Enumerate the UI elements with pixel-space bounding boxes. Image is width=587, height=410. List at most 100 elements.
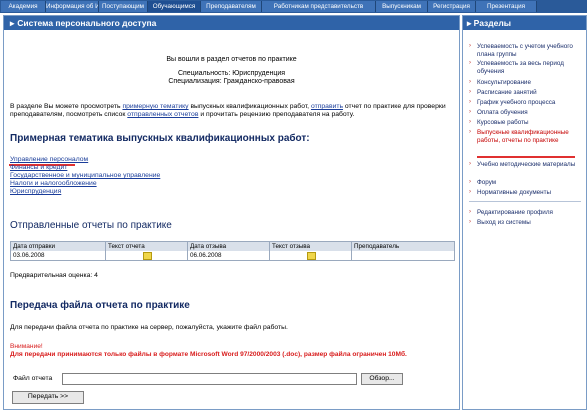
sidebar-item-consulting[interactable]: › Консультирование bbox=[469, 79, 584, 87]
specialization-text: Специализация: Гражданско-правовая bbox=[168, 78, 295, 85]
sidebar-item-progress-plan[interactable]: › Успеваемость с учетом учебного плана г… bbox=[469, 43, 584, 58]
table-cell-review-text bbox=[270, 251, 352, 260]
sidebar-item-forum[interactable]: › Форум bbox=[469, 179, 584, 187]
bullet-icon: › bbox=[469, 209, 471, 215]
topics-title: Примерная тематика выпускных квалификаци… bbox=[10, 133, 310, 144]
upload-hint: Для передачи файла отчета по практике на… bbox=[10, 324, 288, 331]
bullet-icon: › bbox=[469, 60, 471, 66]
topic-link-personnel[interactable]: Управление персоналом bbox=[10, 156, 88, 164]
table-row: 03.06.2008 06.06.2008 bbox=[11, 251, 454, 260]
nav-tab-representatives[interactable]: Работникам представительств bbox=[262, 1, 376, 12]
table-header-cell: Преподаватель bbox=[354, 243, 400, 250]
bullet-icon: › bbox=[469, 89, 471, 95]
table-header-cell: Дата отправки bbox=[11, 242, 106, 251]
top-navigation: Академия Информация об ИПС Поступающим О… bbox=[0, 0, 587, 13]
sidebar-item-timetable[interactable]: › График учебного процесса bbox=[469, 99, 584, 107]
sidebar-title: Разделы bbox=[473, 18, 512, 28]
nav-tab-ips-info[interactable]: Информация об ИПС bbox=[46, 1, 99, 12]
topic-link-taxes[interactable]: Налоги и налогообложение bbox=[10, 180, 97, 188]
sidebar-item-edit-profile[interactable]: › Редактирование профиля bbox=[469, 209, 584, 217]
sidebar-item-label: Выход из системы bbox=[477, 219, 531, 226]
sidebar-item-coursework[interactable]: › Курсовые работы bbox=[469, 119, 584, 127]
sidebar-item-payment[interactable]: › Оплата обучения bbox=[469, 109, 584, 117]
intro-text: Вы вошли в раздел отчетов по практике bbox=[166, 56, 297, 63]
table-header-cell: Текст отчета bbox=[106, 242, 188, 251]
grade-line: Предварительная оценка: 4 bbox=[10, 272, 455, 280]
sidebar-item-label: Консультирование bbox=[477, 79, 531, 86]
table-header-cell: Дата отзыва bbox=[188, 242, 270, 251]
bullet-icon: › bbox=[469, 219, 471, 225]
bullet-icon: › bbox=[469, 119, 471, 125]
sidebar-item-label: Нормативные документы bbox=[477, 189, 552, 196]
grade-label: Предварительная оценка: bbox=[10, 272, 93, 279]
highlight-underline bbox=[477, 156, 575, 158]
file-label: Файл отчета bbox=[13, 375, 53, 382]
topic-link-law[interactable]: Юриспруденция bbox=[10, 188, 61, 196]
table-cell-review-date: 06.06.2008 bbox=[188, 251, 270, 260]
nav-tab-registration[interactable]: Регистрация bbox=[428, 1, 476, 12]
sidebar-item-label: Успеваемость с учетом учебного плана гру… bbox=[477, 43, 573, 58]
file-path-input[interactable] bbox=[62, 373, 357, 385]
bullet-icon: › bbox=[469, 79, 471, 85]
bullet-icon: › bbox=[469, 129, 471, 135]
sidebar-item-label: Успеваемость за весь период обучения bbox=[477, 60, 564, 75]
table-cell-report-text bbox=[106, 251, 188, 260]
table-cell-teacher bbox=[352, 251, 454, 260]
browse-button[interactable]: Обзор... bbox=[361, 373, 403, 385]
bullet-icon: › bbox=[469, 161, 471, 167]
bullet-icon: › bbox=[469, 99, 471, 105]
sidebar-item-schedule[interactable]: › Расписание занятий bbox=[469, 89, 584, 97]
arrow-right-icon: ▸ bbox=[10, 18, 15, 28]
sidebar-item-logout[interactable]: › Выход из системы bbox=[469, 219, 584, 227]
reports-table: Дата отправки Текст отчета Дата отзыва Т… bbox=[10, 241, 455, 261]
table-header: Дата отправки Текст отчета Дата отзыва Т… bbox=[11, 242, 454, 251]
bullet-icon: › bbox=[469, 109, 471, 115]
bullet-icon: › bbox=[469, 179, 471, 185]
grade-value: 4 bbox=[94, 272, 98, 279]
upload-title: Передача файла отчета по практике bbox=[10, 300, 190, 311]
table-header-cell: Текст отзыва bbox=[270, 242, 352, 251]
nav-tab-graduates[interactable]: Выпускникам bbox=[376, 1, 428, 12]
main-panel-header: ▸ Система персонального доступа bbox=[4, 16, 459, 30]
sidebar-item-label: Редактирование профиля bbox=[477, 209, 553, 216]
sidebar-divider bbox=[469, 201, 581, 202]
description-text: и прочитать рецензию преподавателя на ра… bbox=[198, 111, 355, 118]
reports-title: Отправленные отчеты по практике bbox=[10, 220, 172, 231]
topic-link-finance[interactable]: Финансы и кредит bbox=[10, 164, 67, 172]
sidebar-item-label: График учебного процесса bbox=[477, 99, 556, 106]
specialty-text: Специальность: Юриспруденция bbox=[177, 70, 286, 77]
bullet-icon: › bbox=[469, 43, 471, 49]
sidebar-item-materials[interactable]: › Учебно методические материалы bbox=[469, 161, 584, 169]
sent-reports-link[interactable]: отправленных отчетов bbox=[127, 111, 198, 118]
book-icon[interactable] bbox=[307, 252, 316, 260]
nav-tab-academy[interactable]: Академия bbox=[1, 1, 46, 12]
description: В разделе Вы можете просмотреть примерну… bbox=[10, 103, 455, 119]
sidebar-item-label: Учебно методические материалы bbox=[477, 161, 576, 168]
submit-button[interactable]: Передать >> bbox=[12, 391, 84, 404]
topics-link[interactable]: примерную тематику bbox=[122, 103, 188, 110]
sidebar-item-thesis-reports[interactable]: › Выпускные квалификационные работы, отч… bbox=[469, 129, 584, 144]
topic-link-government[interactable]: Государственное и муниципальное управлен… bbox=[10, 172, 160, 180]
sidebar-item-regulations[interactable]: › Нормативные документы bbox=[469, 189, 584, 197]
book-icon[interactable] bbox=[143, 252, 152, 260]
nav-tab-applicants[interactable]: Поступающим bbox=[99, 1, 148, 12]
nav-tab-presentation[interactable]: Презентация bbox=[476, 1, 537, 12]
table-cell-send-date: 03.06.2008 bbox=[11, 251, 106, 260]
sidebar-item-label: Оплата обучения bbox=[477, 109, 528, 116]
sidebar-item-label: Курсовые работы bbox=[477, 119, 529, 126]
sidebar-item-label: Выпускные квалификационные работы, отчет… bbox=[477, 129, 569, 144]
send-report-link[interactable]: отправить bbox=[311, 103, 343, 110]
arrow-right-icon: ▸ bbox=[467, 18, 472, 28]
sidebar-item-label: Форум bbox=[477, 179, 497, 186]
sidebar-item-progress-all[interactable]: › Успеваемость за весь период обучения bbox=[469, 60, 584, 75]
nav-tab-students[interactable]: Обучающимся bbox=[148, 1, 201, 12]
sidebar-item-label: Расписание занятий bbox=[477, 89, 537, 96]
warning-title: Внимание! bbox=[10, 343, 43, 350]
description-text: выпускных квалификационных работ, bbox=[188, 103, 311, 110]
sidebar-header: ▸ Разделы bbox=[463, 16, 586, 30]
bullet-icon: › bbox=[469, 189, 471, 195]
warning-text: Для передачи принимаются только файлы в … bbox=[10, 351, 407, 358]
main-panel: ▸ Система персонального доступа Вы вошли … bbox=[3, 15, 460, 410]
nav-tab-teachers[interactable]: Преподавателям bbox=[201, 1, 262, 12]
sidebar: ▸ Разделы › Успеваемость с учетом учебно… bbox=[462, 15, 587, 410]
